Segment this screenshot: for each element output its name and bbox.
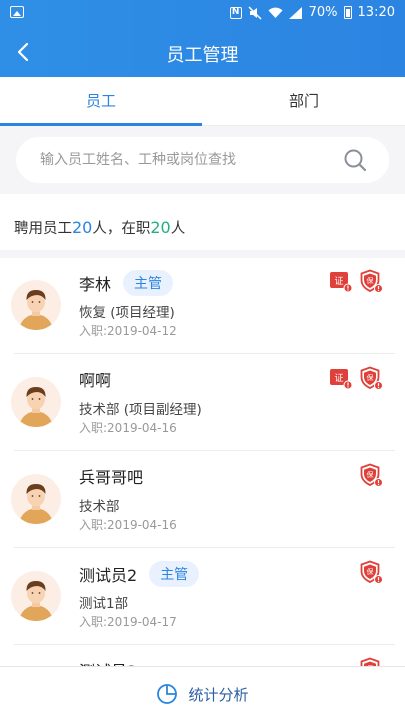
avatar	[11, 474, 61, 524]
divider	[14, 547, 395, 548]
divider	[14, 644, 395, 645]
signal-icon	[288, 6, 303, 19]
insurance-alert-icon: 保	[359, 269, 383, 293]
alert-flags: 证 保	[329, 366, 383, 390]
svg-text:保: 保	[367, 470, 374, 479]
employee-name: 测试员2	[79, 566, 138, 585]
battery-percent: 70%	[308, 5, 338, 20]
employee-join-date: 入职:2019-04-12	[79, 324, 177, 338]
active-count: 20	[150, 218, 171, 237]
status-bar: N 70% 13:20	[0, 0, 405, 28]
employee-name: 测试员3	[79, 658, 137, 666]
mute-icon	[248, 5, 262, 20]
insurance-alert-icon: 保	[359, 560, 383, 584]
svg-text:保: 保	[367, 567, 374, 576]
employee-list-item[interactable]: 测试员2 主管测试1部入职:2019-04-17 保	[0, 549, 405, 645]
status-icons: N 70% 13:20	[229, 5, 395, 20]
wifi-icon	[268, 7, 283, 19]
nfc-icon: N	[229, 6, 242, 19]
employee-name: 李林	[79, 275, 112, 294]
gallery-notification-icon	[10, 6, 24, 18]
divider	[14, 450, 395, 451]
page-title: 员工管理	[166, 45, 239, 66]
insurance-alert-icon: 保	[359, 657, 383, 666]
employee-department: 技术部	[79, 499, 120, 515]
certificate-alert-icon: 证	[329, 366, 353, 390]
clock: 13:20	[357, 5, 395, 20]
app-header-background: N 70% 13:20 员工管理	[0, 0, 405, 77]
tab-employees[interactable]: 员工	[0, 77, 202, 126]
employee-name: 啊啊	[79, 371, 112, 390]
name-row: 测试员2 主管	[79, 561, 200, 587]
alert-flags: 保	[359, 463, 383, 487]
supervisor-badge: 主管	[149, 561, 200, 587]
nav-bar: 员工管理	[0, 28, 405, 77]
employee-join-date: 入职:2019-04-17	[79, 615, 177, 629]
pie-chart-icon	[157, 684, 178, 704]
name-row: 啊啊	[79, 367, 111, 391]
search-icon[interactable]	[343, 148, 367, 172]
svg-text:保: 保	[367, 276, 374, 285]
alert-flags: 保	[359, 560, 383, 584]
stats-text: 聘用员工20人，在职20人	[14, 217, 185, 238]
tab-bar: 员工 部门	[0, 77, 405, 126]
employee-list-item[interactable]: 李林 主管恢复 (项目经理) 入职:2019-04-12 证 保	[0, 258, 405, 354]
employee-stats: 聘用员工20人，在职20人	[0, 194, 405, 258]
insurance-alert-icon: 保	[359, 463, 383, 487]
alert-flags: 保	[359, 657, 383, 666]
supervisor-badge: 主管	[123, 270, 174, 296]
svg-text:证: 证	[334, 373, 343, 384]
avatar	[11, 377, 61, 427]
stats-prefix: 聘用员工	[14, 221, 72, 237]
hired-count: 20	[72, 218, 93, 237]
employee-department: 技术部 (项目副经理)	[79, 402, 202, 418]
stats-mid: 人，在职	[92, 221, 151, 237]
divider	[14, 353, 395, 354]
search-area	[0, 126, 405, 194]
certificate-alert-icon: 证	[329, 269, 353, 293]
employee-department: 测试1部	[79, 596, 129, 612]
employee-list-item[interactable]: 啊啊技术部 (项目副经理) 入职:2019-04-16 证 保	[0, 355, 405, 451]
employee-department: 恢复 (项目经理)	[79, 305, 175, 321]
tab-departments[interactable]: 部门	[203, 77, 405, 126]
statistics-analysis-button[interactable]: 统计分析	[0, 667, 405, 720]
employee-name: 兵哥哥吧	[79, 468, 144, 487]
name-row: 测试员3	[79, 658, 137, 666]
svg-text:保: 保	[367, 373, 374, 382]
employee-list: 李林 主管 恢复 (项目经理) 入职:2019-04-12 证 保 啊啊 技术部 (项目…	[0, 258, 405, 666]
bottom-bar: 统计分析	[0, 666, 405, 720]
employee-list-item[interactable]: 测试员3 保	[0, 646, 405, 666]
avatar	[11, 280, 61, 330]
battery-icon	[343, 6, 352, 19]
svg-text:证: 证	[334, 276, 343, 287]
search-input[interactable]	[40, 137, 340, 183]
avatar	[11, 571, 61, 621]
alert-flags: 证 保	[329, 269, 383, 293]
insurance-alert-icon: 保	[359, 366, 383, 390]
stats-suffix: 人	[170, 221, 186, 237]
statistics-analysis-label: 统计分析	[188, 685, 249, 704]
employee-join-date: 入职:2019-04-16	[79, 518, 177, 532]
employee-join-date: 入职:2019-04-16	[79, 421, 177, 435]
name-row: 兵哥哥吧	[79, 464, 143, 488]
search-box	[16, 137, 389, 183]
employee-list-item[interactable]: 兵哥哥吧技术部入职:2019-04-16 保	[0, 452, 405, 548]
name-row: 李林 主管	[79, 270, 174, 296]
